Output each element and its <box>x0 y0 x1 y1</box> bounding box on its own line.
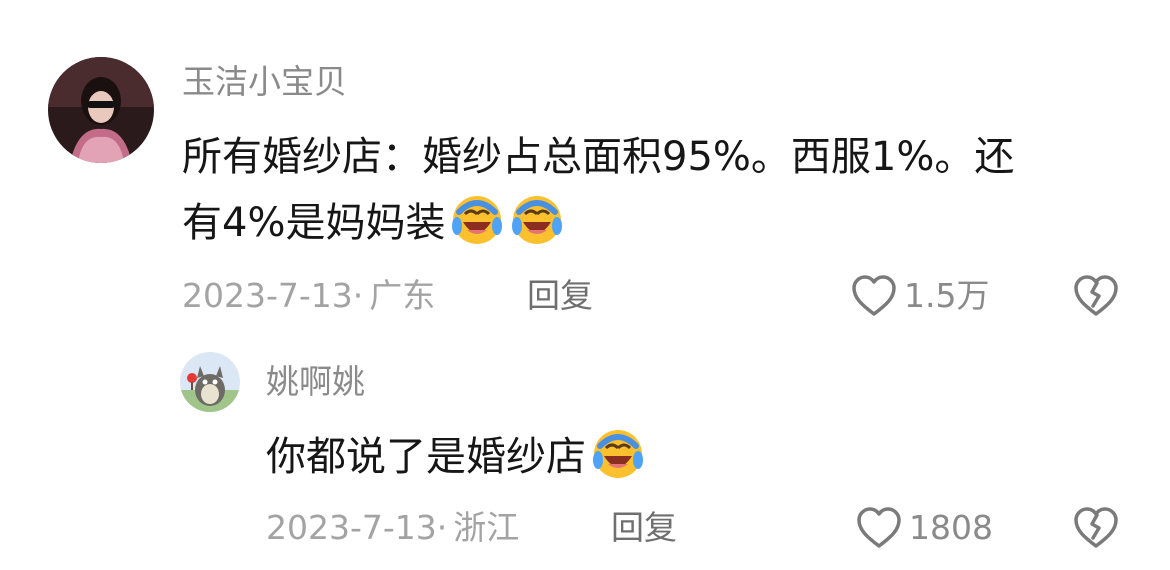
comment-date: 2023-7-13 <box>266 508 437 547</box>
avatar[interactable] <box>48 57 154 163</box>
comment-author[interactable]: 玉洁小宝贝 <box>182 62 347 102</box>
comment-text: 你都说了是婚纱店 <box>266 424 646 490</box>
comment-text-line: 有4%是妈妈装 <box>182 190 1014 256</box>
meta-separator: · <box>436 508 448 547</box>
dislike-button[interactable] <box>1072 274 1120 318</box>
comment-meta: 2023-7-13· 广东 <box>182 276 435 316</box>
comment-location: 浙江 <box>453 508 520 547</box>
comment-meta: 2023-7-13· 浙江 <box>266 508 519 548</box>
laughing-crying-emoji <box>449 190 505 246</box>
comment-text-segment: 有4%是妈妈装 <box>182 200 446 246</box>
comment-location: 广东 <box>369 276 436 315</box>
avatar-image <box>48 57 154 163</box>
comment-text-line: 所有婚纱店：婚纱占总面积95%。西服1%。还 <box>182 134 1015 180</box>
broken-heart-icon <box>1074 275 1118 316</box>
laughing-crying-emoji <box>590 424 646 480</box>
heart-outline-icon <box>852 275 896 316</box>
broken-heart-icon <box>1074 507 1118 548</box>
reply-button[interactable]: 回复 <box>611 508 677 548</box>
laughing-crying-emoji <box>509 190 565 246</box>
reply-button[interactable]: 回复 <box>527 276 593 316</box>
avatar-image <box>180 352 240 412</box>
avatar[interactable] <box>180 352 240 412</box>
comment-thread: 玉洁小宝贝 所有婚纱店：婚纱占总面积95%。西服1%。还 有4%是妈妈装 202… <box>0 0 1170 570</box>
like-count: 1.5万 <box>904 276 990 315</box>
comment-author[interactable]: 姚啊姚 <box>266 362 365 402</box>
like-button[interactable]: 1808 <box>855 506 993 550</box>
comment-date: 2023-7-13 <box>182 276 353 315</box>
comment-text-segment: 你都说了是婚纱店 <box>266 434 586 480</box>
dislike-button[interactable] <box>1072 506 1120 550</box>
heart-outline-icon <box>857 507 901 548</box>
comment-text: 所有婚纱店：婚纱占总面积95%。西服1%。还 有4%是妈妈装 <box>182 124 1014 256</box>
like-count: 1808 <box>909 508 993 547</box>
meta-separator: · <box>352 276 364 315</box>
like-button[interactable]: 1.5万 <box>850 274 989 318</box>
